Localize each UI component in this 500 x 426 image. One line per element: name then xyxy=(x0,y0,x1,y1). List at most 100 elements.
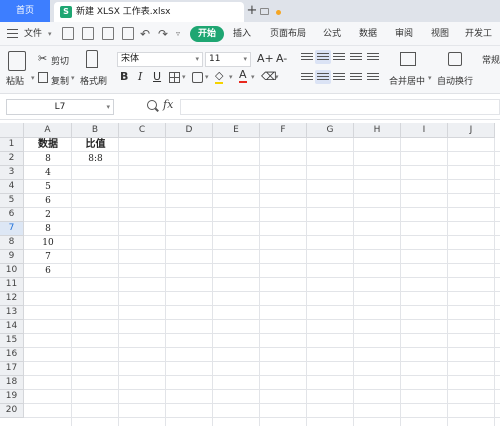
number-format-select[interactable]: 常规 xyxy=(482,53,500,66)
cell-style-chevron-icon[interactable]: ▾ xyxy=(205,73,209,81)
row-header-10[interactable]: 10 xyxy=(0,264,24,278)
font-size-select[interactable]: 11 ▾ xyxy=(205,52,251,67)
cell-a10[interactable]: 6 xyxy=(24,264,72,278)
paste-icon[interactable] xyxy=(8,51,26,71)
new-tab-button[interactable]: + xyxy=(244,0,260,22)
row-header-11[interactable]: 11 xyxy=(0,278,24,292)
copy-button[interactable]: 复制 xyxy=(51,74,69,87)
merge-icon[interactable] xyxy=(400,52,416,66)
cell-a3[interactable]: 4 xyxy=(24,166,72,180)
indent-icon[interactable] xyxy=(350,53,362,62)
tab-document[interactable]: S 新建 XLSX 工作表.xlsx xyxy=(54,2,281,22)
format-painter-button[interactable]: 格式刷 xyxy=(80,74,107,87)
paste-button[interactable]: 粘贴 xyxy=(6,74,24,87)
align-middle-icon[interactable] xyxy=(317,53,329,62)
font-color-icon[interactable]: A xyxy=(239,69,247,83)
align-center-icon[interactable] xyxy=(317,73,329,82)
outdent-icon[interactable] xyxy=(367,53,379,62)
merge-chevron-icon[interactable]: ▾ xyxy=(428,74,432,82)
cell-a6[interactable]: 2 xyxy=(24,208,72,222)
eraser-chevron-icon[interactable]: ▾ xyxy=(275,73,279,81)
row-header-7[interactable]: 7 xyxy=(0,222,24,236)
fill-color-chevron-icon[interactable]: ▾ xyxy=(229,73,233,81)
paste-chevron-icon[interactable]: ▾ xyxy=(31,74,35,82)
column-header-a[interactable]: A xyxy=(24,123,72,138)
column-header-i[interactable]: I xyxy=(401,123,448,138)
row-header-1[interactable]: 1 xyxy=(0,138,24,152)
customize-chevron-icon[interactable]: ▿ xyxy=(176,22,180,46)
row-header-5[interactable]: 5 xyxy=(0,194,24,208)
row-header-13[interactable]: 13 xyxy=(0,306,24,320)
row-header-3[interactable]: 3 xyxy=(0,166,24,180)
row-header-9[interactable]: 9 xyxy=(0,250,24,264)
save-icon[interactable] xyxy=(82,27,94,40)
borders-chevron-icon[interactable]: ▾ xyxy=(182,73,186,81)
column-header-g[interactable]: G xyxy=(307,123,354,138)
italic-button[interactable]: I xyxy=(138,70,142,84)
pin-icon[interactable] xyxy=(260,8,269,15)
cell-a8[interactable]: 10 xyxy=(24,236,72,250)
cut-button[interactable]: 剪切 xyxy=(51,54,69,67)
fill-color-icon[interactable]: ◇ xyxy=(215,70,224,84)
row-header-19[interactable]: 19 xyxy=(0,390,24,404)
cell-a7[interactable]: 8 xyxy=(24,222,72,236)
row-header-4[interactable]: 4 xyxy=(0,180,24,194)
row-header-20[interactable]: 20 xyxy=(0,404,24,418)
bold-button[interactable]: B xyxy=(120,70,128,84)
name-box[interactable]: L7 ▾ xyxy=(6,99,114,115)
align-left-icon[interactable] xyxy=(301,73,313,82)
print-icon[interactable] xyxy=(102,27,114,40)
print-preview-icon[interactable] xyxy=(122,27,134,40)
select-all-corner[interactable] xyxy=(0,123,24,138)
brush-icon[interactable] xyxy=(86,50,98,68)
row-header-18[interactable]: 18 xyxy=(0,376,24,390)
row-header-6[interactable]: 6 xyxy=(0,208,24,222)
formula-input[interactable] xyxy=(180,99,500,115)
column-header-h[interactable]: H xyxy=(354,123,401,138)
cell-b2[interactable]: 8:8 xyxy=(72,152,119,166)
column-header-f[interactable]: F xyxy=(260,123,307,138)
column-header-c[interactable]: C xyxy=(119,123,166,138)
justify-icon[interactable] xyxy=(350,73,362,82)
grow-font-icon[interactable]: A+ xyxy=(257,52,274,66)
cell-a1[interactable]: 数据 xyxy=(24,138,72,152)
cell-b1[interactable]: 比值 xyxy=(72,138,119,152)
row-header-16[interactable]: 16 xyxy=(0,348,24,362)
menu-tab-home[interactable]: 开始 xyxy=(190,26,225,42)
column-header-j[interactable]: J xyxy=(448,123,495,138)
shrink-font-icon[interactable]: A- xyxy=(276,52,287,66)
row-header-8[interactable]: 8 xyxy=(0,236,24,250)
menu-tab-review[interactable]: 审阅 xyxy=(395,22,413,46)
copy-icon[interactable] xyxy=(38,72,48,83)
undo-icon[interactable]: ↶ xyxy=(140,22,150,46)
cell-a2[interactable]: 8 xyxy=(24,152,72,166)
copy-chevron-icon[interactable]: ▾ xyxy=(71,74,75,82)
row-header-14[interactable]: 14 xyxy=(0,320,24,334)
fx-icon[interactable]: fx xyxy=(163,98,173,111)
scissors-icon[interactable]: ✂ xyxy=(38,52,47,65)
hamburger-menu-icon[interactable] xyxy=(7,29,18,38)
menu-tab-view[interactable]: 视图 xyxy=(431,22,449,46)
spreadsheet-grid[interactable]: A B C D E F G H I J 1 2 3 4 5 6 7 8 9 10 11 12 13 14 15 16 17 18 19 2… xyxy=(0,123,500,426)
redo-icon[interactable]: ↷ xyxy=(158,22,168,46)
tab-home[interactable]: 首页 xyxy=(0,0,50,22)
font-color-chevron-icon[interactable]: ▾ xyxy=(251,73,255,81)
column-header-e[interactable]: E xyxy=(213,123,260,138)
menu-tab-insert[interactable]: 插入 xyxy=(233,22,251,46)
cell-a9[interactable]: 7 xyxy=(24,250,72,264)
new-file-icon[interactable] xyxy=(62,27,74,40)
zoom-icon[interactable] xyxy=(147,100,157,110)
wrap-text-icon[interactable] xyxy=(448,52,462,66)
row-header-12[interactable]: 12 xyxy=(0,292,24,306)
borders-icon[interactable] xyxy=(169,72,180,83)
cell-a4[interactable]: 5 xyxy=(24,180,72,194)
menu-tab-data[interactable]: 数据 xyxy=(359,22,377,46)
underline-button[interactable]: U xyxy=(153,70,161,84)
align-bottom-icon[interactable] xyxy=(333,53,345,62)
align-right-icon[interactable] xyxy=(333,73,345,82)
menu-file[interactable]: 文件 xyxy=(24,22,42,46)
align-top-icon[interactable] xyxy=(301,53,313,62)
merge-center-button[interactable]: 合并居中 xyxy=(389,74,425,87)
row-header-2[interactable]: 2 xyxy=(0,152,24,166)
cell-style-icon[interactable] xyxy=(192,72,203,83)
